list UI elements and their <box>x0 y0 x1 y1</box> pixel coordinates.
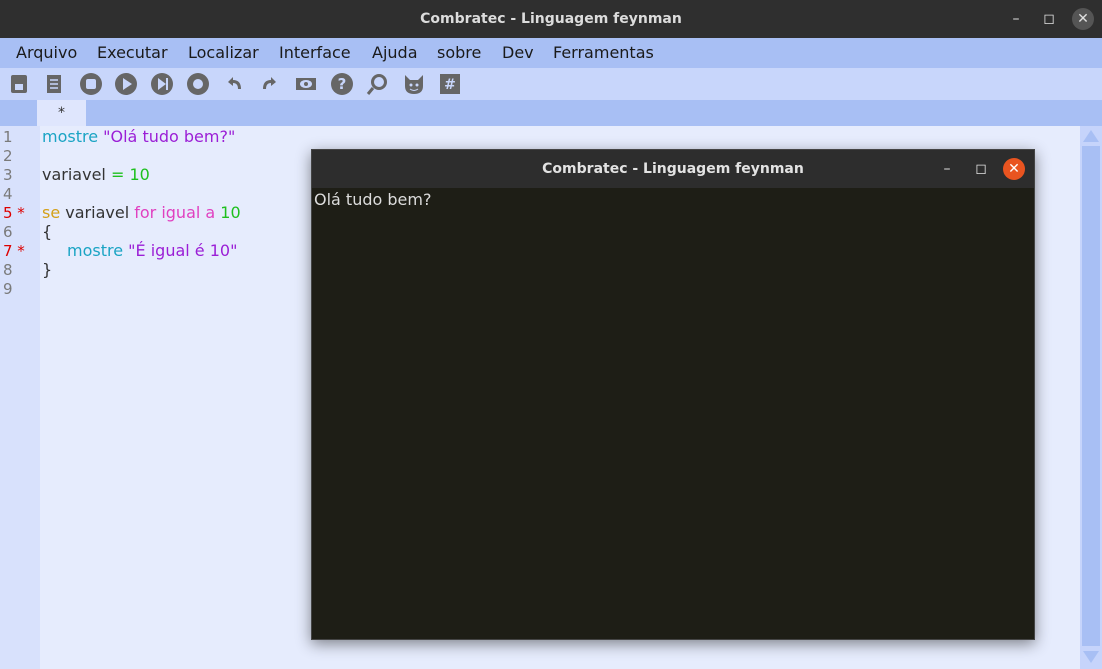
popup-maximize-button[interactable]: ◻ <box>970 158 992 180</box>
play-icon[interactable] <box>114 72 138 96</box>
help-icon[interactable]: ? <box>330 72 354 96</box>
line-number: 4 <box>3 185 13 203</box>
line-number: 2 <box>3 147 13 165</box>
save-icon[interactable] <box>7 72 31 96</box>
code-line: variavel = 10 <box>42 165 150 184</box>
menu-interface[interactable]: Interface <box>279 43 351 62</box>
code-line: { <box>42 222 53 241</box>
minimize-button[interactable]: – <box>1005 8 1027 30</box>
cat-icon[interactable] <box>402 72 426 96</box>
line-number: 3 <box>3 166 13 184</box>
menu-bar: Arquivo Executar Localizar Interface Aju… <box>0 38 1102 68</box>
line-number: 6 <box>3 223 13 241</box>
keyword-mostre: mostre <box>42 127 99 146</box>
maximize-button[interactable]: ◻ <box>1038 8 1060 30</box>
identifier: variavel <box>65 203 130 222</box>
scrollbar-thumb[interactable] <box>1082 146 1100 646</box>
string-literal: "Olá tudo bem?" <box>103 127 236 146</box>
vertical-scrollbar[interactable] <box>1080 126 1102 669</box>
menu-localizar[interactable]: Localizar <box>188 43 259 62</box>
editor-tab[interactable]: * <box>37 100 86 126</box>
code-line: mostre "É igual é 10" <box>67 241 237 260</box>
output-window-title: Combratec - Linguagem feynman <box>542 161 804 177</box>
undo-icon[interactable] <box>222 72 246 96</box>
menu-dev[interactable]: Dev <box>502 43 534 62</box>
scroll-up-icon[interactable] <box>1082 128 1100 144</box>
scroll-down-icon[interactable] <box>1082 649 1100 665</box>
line-number: 9 <box>3 280 13 298</box>
step-icon[interactable] <box>150 72 174 96</box>
menu-ajuda[interactable]: Ajuda <box>372 43 418 62</box>
operator: = <box>110 165 125 184</box>
keyword-se: se <box>42 203 61 222</box>
toolbar: ? # <box>0 68 1102 100</box>
window-title: Combratec - Linguagem feynman <box>420 11 682 27</box>
popup-close-button[interactable]: ✕ <box>1003 158 1025 180</box>
line-number: 8 <box>3 261 13 279</box>
line-number-gutter: 1 2 3 4 5 * 6 7 * 8 9 <box>0 126 40 669</box>
tab-strip: * <box>0 100 1102 126</box>
output-window: Combratec - Linguagem feynman – ◻ ✕ Olá … <box>311 149 1035 640</box>
hash-icon[interactable]: # <box>438 72 462 96</box>
code-line: mostre "Olá tudo bem?" <box>42 127 235 146</box>
keyword-mostre: mostre <box>67 241 124 260</box>
record-icon[interactable] <box>186 72 210 96</box>
output-window-title-bar: Combratec - Linguagem feynman – ◻ ✕ <box>312 150 1034 188</box>
redo-icon[interactable] <box>258 72 282 96</box>
condition-keyword: for igual a <box>134 203 216 222</box>
number-literal: 10 <box>129 165 150 184</box>
menu-ferramentas[interactable]: Ferramentas <box>553 43 654 62</box>
svg-text:?: ? <box>338 75 347 93</box>
document-icon[interactable] <box>42 72 66 96</box>
stop-icon[interactable] <box>79 72 103 96</box>
menu-sobre[interactable]: sobre <box>437 43 481 62</box>
search-icon[interactable] <box>366 72 390 96</box>
line-number-error: 5 * <box>3 204 25 222</box>
close-button[interactable]: ✕ <box>1072 8 1094 30</box>
identifier: variavel <box>42 165 106 184</box>
number-literal: 10 <box>220 203 241 222</box>
popup-minimize-button[interactable]: – <box>936 158 958 180</box>
output-text: Olá tudo bem? <box>314 190 432 209</box>
svg-text:#: # <box>444 77 456 93</box>
menu-arquivo[interactable]: Arquivo <box>16 43 77 62</box>
eye-icon[interactable] <box>294 72 318 96</box>
code-line: } <box>42 260 53 279</box>
line-number-error: 7 * <box>3 242 25 260</box>
line-number: 1 <box>3 128 13 146</box>
code-line: se variavel for igual a 10 <box>42 203 241 222</box>
string-literal: "É igual é 10" <box>128 241 238 260</box>
main-title-bar: Combratec - Linguagem feynman – ◻ ✕ <box>0 0 1102 38</box>
menu-executar[interactable]: Executar <box>97 43 168 62</box>
